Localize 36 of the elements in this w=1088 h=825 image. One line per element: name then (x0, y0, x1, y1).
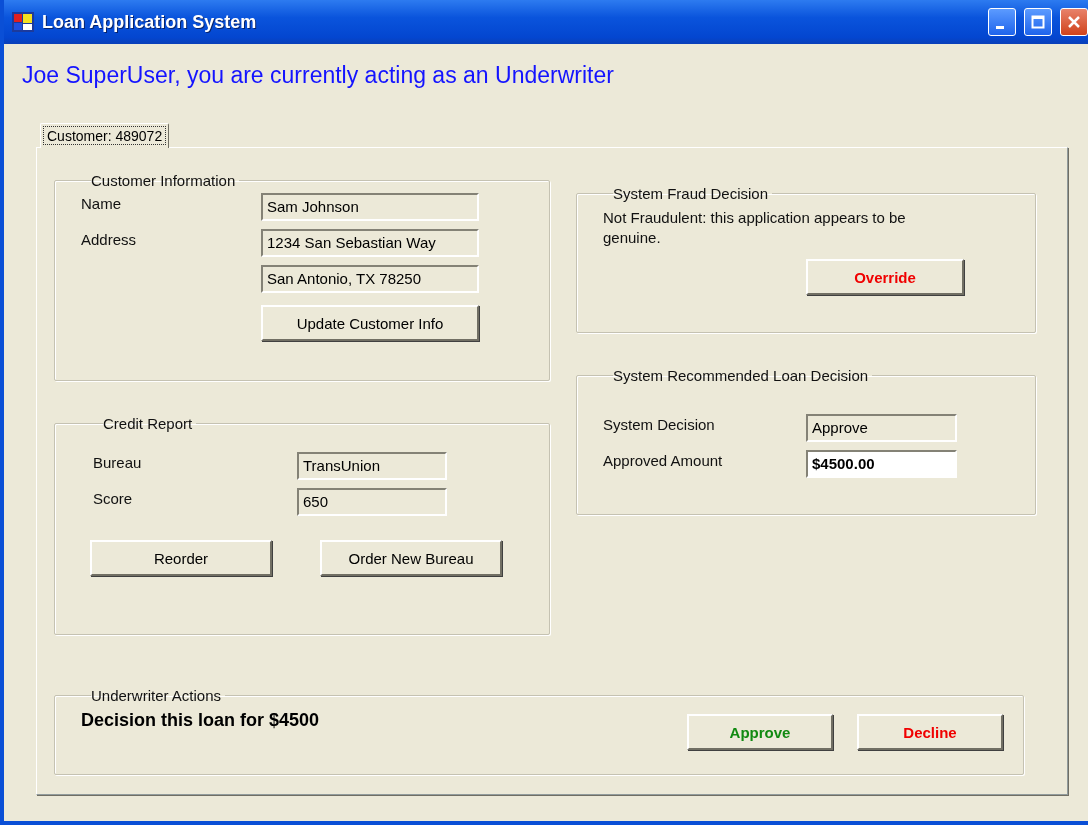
button[interactable]: Update Customer Info (261, 305, 479, 341)
action-button[interactable]: Override (806, 259, 964, 295)
group-title: System Recommended Loan Decision (613, 367, 870, 384)
app-icon (12, 12, 34, 32)
tab[interactable]: Customer: 489072 (40, 123, 170, 148)
field-label: Name (81, 194, 121, 212)
text-field[interactable]: TransUnion (297, 452, 447, 480)
fraud-message: Not Fraudulent: this application appears to be genuine. (603, 208, 907, 247)
button[interactable]: Order New Bureau (320, 540, 502, 576)
text-field[interactable]: 650 (297, 488, 447, 516)
group-title: Underwriter Actions (91, 687, 223, 704)
text-field[interactable]: San Antonio, TX 78250 (261, 265, 479, 293)
maximize-icon (1031, 15, 1045, 29)
group-title: System Fraud Decision (613, 185, 770, 202)
text-field[interactable]: $4500.00 (806, 450, 957, 478)
field-label: Address (81, 230, 137, 248)
group-title: Customer Information (91, 172, 237, 189)
close-icon (1067, 15, 1081, 29)
text-field[interactable]: Sam Johnson (261, 193, 479, 221)
button[interactable]: Reorder (90, 540, 272, 576)
field-label: Bureau (93, 453, 142, 471)
field-label: Approved Amount (603, 451, 723, 469)
minimize-button[interactable] (988, 8, 1016, 36)
field-label: Score (93, 489, 133, 507)
text-field[interactable]: 1234 San Sebastian Way (261, 229, 479, 257)
minimize-icon (996, 25, 1004, 29)
decision-message: Decision this loan for $4500 (81, 710, 320, 731)
action-button[interactable]: Decline (857, 714, 1003, 750)
action-button[interactable]: Approve (687, 714, 833, 750)
group-title: Credit Report (103, 415, 194, 432)
maximize-button[interactable] (1024, 8, 1052, 36)
role-heading: Joe SuperUser, you are currently acting as an Underwriter (22, 62, 614, 89)
close-button[interactable] (1060, 8, 1088, 36)
window-title: Loan Application System (42, 11, 258, 33)
field-label: System Decision (603, 415, 715, 433)
text-field[interactable]: Approve (806, 414, 957, 442)
